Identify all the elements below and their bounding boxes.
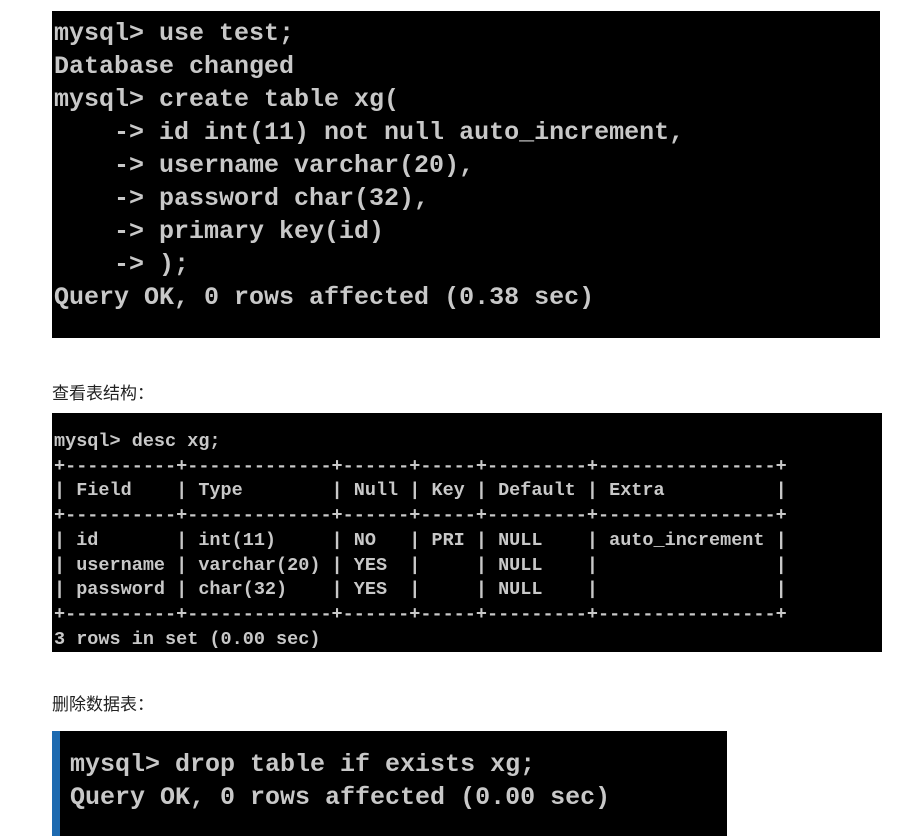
terminal-line: Query OK, 0 rows affected (0.38 sec) [54,283,595,312]
terminal-line: -> id int(11) not null auto_increment, [54,118,685,147]
terminal-line: | password | char(32) | YES | | NULL | | [54,579,787,601]
terminal-line: +----------+-------------+------+-----+-… [54,603,787,625]
terminal-line: mysql> desc xg; [54,431,221,452]
terminal-line: +----------+-------------+------+-----+-… [54,455,787,477]
terminal-line: -> primary key(id) [54,217,385,246]
drop-caption: 删除数据表： [52,695,154,715]
terminal-line: 3 rows in set (0.00 sec) [54,628,321,650]
terminal-line: -> password char(32), [54,184,430,213]
create-table-terminal: mysql> use test; Database changed mysql> c… [52,11,880,338]
terminal-line: | id | int(11) | NO | PRI | NULL | auto_… [54,529,787,551]
terminal-line: mysql> use test; [54,19,295,48]
terminal-line: | username | varchar(20) | YES | | NULL … [54,554,787,576]
terminal-line: mysql> create table xg( [54,85,400,114]
desc-table-terminal: mysql> desc xg; +----------+-------------… [52,413,882,652]
terminal-line: Query OK, 0 rows affected (0.00 sec) [70,783,611,812]
terminal-line: Database changed [54,52,295,81]
desc-caption: 查看表结构： [52,384,154,404]
terminal-line: mysql> drop table if exists xg; [70,750,536,779]
terminal-line: | Field | Type | Null | Key | Default | … [54,480,787,502]
terminal-line: +----------+-------------+------+-----+-… [54,505,787,527]
terminal-line: -> username varchar(20), [54,151,475,180]
terminal-line: -> ); [54,250,190,279]
drop-table-terminal: mysql> drop table if exists xg; Query OK,… [52,731,727,836]
